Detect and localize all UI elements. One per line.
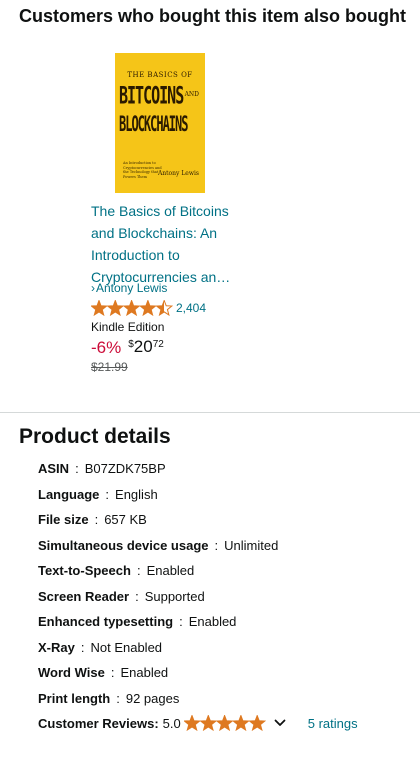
- detail-separator: :: [214, 537, 219, 553]
- star-icon: [155, 300, 173, 316]
- detail-value: Enabled: [120, 665, 169, 680]
- detail-separator: :: [116, 690, 120, 706]
- cover-title-line-2: BLOCKCHAINS: [119, 111, 188, 137]
- detail-value: Enabled: [188, 614, 237, 629]
- detail-row-file-size: File size:657 KB: [38, 507, 278, 533]
- detail-separator: :: [179, 614, 183, 629]
- cover-title-line-1: BITCOINS: [119, 81, 184, 110]
- detail-row-print-length: Print length:92 pages: [38, 686, 278, 712]
- book-cover-image[interactable]: THE BASICS OF BITCOINS AND BLOCKCHAINS A…: [115, 53, 205, 193]
- detail-row-text-to-speech: Text-to-Speech: Enabled: [38, 558, 278, 584]
- detail-row-word-wise: Word Wise: Enabled: [38, 660, 278, 686]
- detail-label: Word Wise: [38, 665, 105, 680]
- product-details-list: ASIN: B07ZDK75BP Language: English File si…: [38, 456, 278, 711]
- cover-top-text: THE BASICS OF: [127, 71, 193, 79]
- star-icon: [183, 715, 201, 731]
- detail-row-language: Language: English: [38, 482, 278, 508]
- star-rating-icon[interactable]: [183, 715, 266, 731]
- detail-value: B07ZDK75BP: [84, 461, 166, 476]
- detail-value: Enabled: [146, 563, 195, 578]
- cover-author: Antony Lewis: [157, 170, 199, 177]
- detail-value: 657 KB: [104, 512, 147, 527]
- star-icon: [122, 300, 141, 316]
- detail-value: Supported: [144, 588, 205, 604]
- star-rating-icon: [91, 300, 173, 316]
- cover-and-text: AND: [184, 91, 199, 98]
- star-icon: [247, 715, 266, 731]
- review-score: 5.0: [162, 715, 181, 731]
- rating-count-link[interactable]: 2,404: [176, 301, 206, 315]
- list-price: $21.99: [91, 360, 128, 374]
- detail-separator: :: [80, 639, 85, 655]
- detail-separator: :: [94, 512, 99, 527]
- detail-value: Not Enabled: [90, 639, 163, 655]
- detail-row-device-usage: Simultaneous device usage: Unlimited: [38, 533, 278, 559]
- price-whole: 20: [133, 337, 153, 356]
- detail-label: Text-to-Speech: [38, 563, 131, 578]
- detail-label: Language: [38, 486, 100, 502]
- detail-label: Print length: [38, 690, 111, 706]
- chevron-down-icon[interactable]: [274, 718, 286, 728]
- price-row: -6% $20 72: [91, 336, 164, 360]
- detail-label: X-Ray: [38, 639, 75, 655]
- rating-row[interactable]: 2,404: [91, 299, 206, 317]
- star-icon: [91, 300, 108, 316]
- star-icon: [199, 715, 217, 731]
- detail-label: Simultaneous device usage: [38, 537, 209, 553]
- detail-separator: :: [105, 486, 110, 502]
- ratings-count-link[interactable]: 5 ratings: [308, 716, 358, 731]
- format-label: Kindle Edition: [91, 320, 165, 334]
- detail-separator: :: [136, 563, 141, 578]
- book-title-link[interactable]: The Basics of Bitcoins and Blockchains: …: [91, 200, 241, 288]
- product-details-heading: Product details: [19, 425, 171, 448]
- discount-percent: -6%: [91, 338, 122, 357]
- customer-reviews-row: Customer Reviews: 5.0 5 ratings: [38, 711, 358, 735]
- star-icon: [106, 300, 125, 316]
- detail-row-asin: ASIN: B07ZDK75BP: [38, 456, 278, 482]
- price: $20 72: [128, 336, 164, 357]
- chevron-right-icon: ›: [91, 281, 95, 295]
- author-link[interactable]: ›Antony Lewis: [91, 281, 167, 295]
- detail-row-screen-reader: Screen Reader: Supported: [38, 584, 278, 610]
- detail-label: File size: [38, 512, 89, 527]
- detail-separator: :: [110, 665, 115, 680]
- detail-label: Screen Reader: [38, 588, 130, 604]
- detail-row-x-ray: X-Ray: Not Enabled: [38, 635, 278, 661]
- detail-row-enhanced-typesetting: Enhanced typesetting: Enabled: [38, 609, 278, 635]
- detail-label: Enhanced typesetting: [38, 614, 174, 629]
- star-icon: [231, 715, 250, 731]
- detail-value: 92 pages: [125, 690, 180, 706]
- star-icon: [138, 300, 157, 316]
- detail-value: Unlimited: [224, 537, 279, 553]
- recommendations-heading: Customers who bought this item also boug…: [19, 6, 406, 26]
- star-icon: [215, 715, 234, 731]
- detail-separator: :: [75, 461, 79, 476]
- author-name: Antony Lewis: [96, 281, 168, 295]
- detail-value: English: [115, 486, 158, 502]
- detail-separator: :: [135, 588, 139, 604]
- price-fraction: 72: [152, 339, 164, 350]
- detail-label: ASIN: [38, 461, 70, 476]
- section-divider: [0, 412, 420, 413]
- customer-reviews-label: Customer Reviews:: [38, 715, 159, 731]
